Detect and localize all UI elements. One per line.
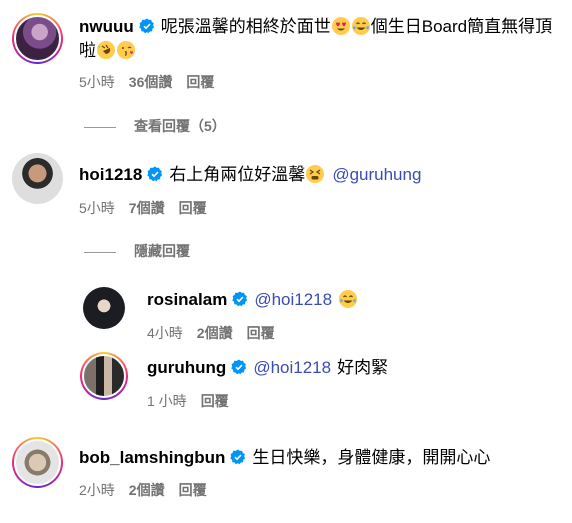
- kiss-emoji: [117, 41, 135, 59]
- reply-button[interactable]: 回覆: [247, 325, 275, 341]
- rofl-emoji: [97, 41, 115, 59]
- avatar-hoi1218[interactable]: [12, 153, 63, 204]
- reply-username[interactable]: rosinalam: [147, 290, 227, 309]
- tired-face-emoji: [306, 165, 325, 183]
- reply-username[interactable]: guruhung: [147, 358, 226, 377]
- comment-likes[interactable]: 2個讚: [129, 482, 165, 498]
- comment-text: 呢張溫馨的相終於面世: [160, 17, 331, 36]
- heart-eyes-emoji: [331, 17, 350, 35]
- comment-text: 右上角兩位好溫馨: [169, 165, 306, 184]
- hide-replies-label: 隱藏回覆: [134, 243, 190, 259]
- mention-link[interactable]: @guruhung: [332, 165, 421, 184]
- comment-username[interactable]: nwuuu: [79, 17, 134, 36]
- comment-text-cont: 個生日Board簡直無得頂: [370, 17, 553, 36]
- verified-badge-icon: [139, 18, 154, 34]
- verified-badge-icon: [232, 291, 248, 307]
- avatar-guruhung[interactable]: [80, 352, 128, 400]
- hide-replies-button[interactable]: 隱藏回覆: [84, 241, 190, 261]
- verified-badge-icon: [230, 449, 246, 465]
- mention-link[interactable]: @hoi1218: [254, 290, 332, 309]
- reply-time: 4小時: [147, 325, 183, 341]
- reply-likes[interactable]: 2個讚: [197, 325, 233, 341]
- reply-button[interactable]: 回覆: [201, 393, 229, 409]
- comment-time: 2小時: [79, 482, 115, 498]
- tears-of-joy-emoji: [339, 290, 358, 308]
- comment-time: 5小時: [79, 200, 115, 216]
- reply-button[interactable]: 回覆: [179, 482, 207, 498]
- tears-of-joy-emoji: [351, 17, 370, 35]
- reply-button[interactable]: 回覆: [186, 74, 214, 90]
- view-replies-label: 查看回覆（5）: [134, 118, 226, 134]
- comment-likes[interactable]: 7個讚: [129, 200, 165, 216]
- comment-likes[interactable]: 36個讚: [129, 74, 173, 90]
- avatar-bob-lamshingbun[interactable]: [12, 437, 63, 488]
- divider: [84, 126, 116, 128]
- comment-username[interactable]: hoi1218: [79, 165, 142, 184]
- view-replies-button[interactable]: 查看回覆（5）: [84, 116, 226, 136]
- comment-time: 5小時: [79, 74, 115, 90]
- avatar-rosinalam[interactable]: [83, 287, 125, 329]
- mention-link[interactable]: @hoi1218: [253, 358, 331, 377]
- avatar-nwuuu[interactable]: [12, 13, 63, 64]
- comment-text: 生日快樂，身體健康，開開心心: [252, 448, 491, 467]
- divider: [84, 251, 116, 253]
- comment-username[interactable]: bob_lamshingbun: [79, 448, 225, 467]
- verified-badge-icon: [147, 166, 163, 182]
- comment-text-line2: 啦: [79, 41, 96, 60]
- reply-text: 好肉緊: [337, 358, 389, 377]
- reply-time: 1 小時: [147, 393, 187, 409]
- reply-button[interactable]: 回覆: [179, 200, 207, 216]
- verified-badge-icon: [231, 359, 247, 375]
